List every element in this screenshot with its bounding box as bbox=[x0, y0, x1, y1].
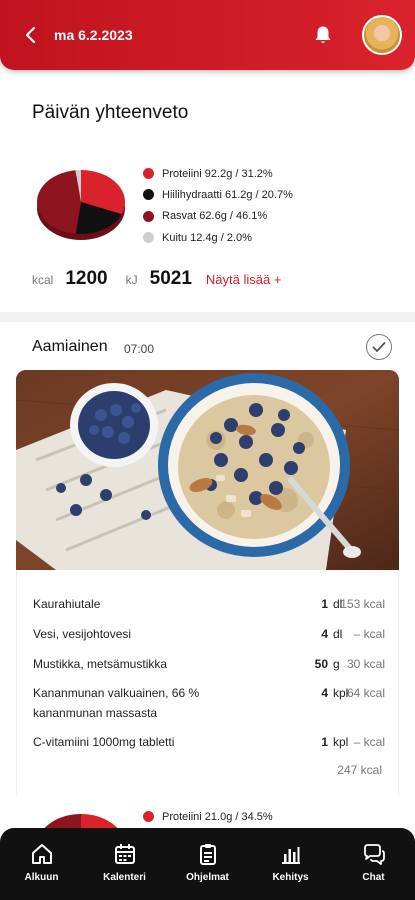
food-kcal: 153 kcal bbox=[340, 597, 385, 611]
food-kcal: 64 kcal bbox=[346, 686, 385, 700]
nav-label: Kehitys bbox=[272, 872, 309, 883]
food-quantity: 1 bbox=[321, 735, 328, 749]
show-more-link[interactable]: Näytä lisää + bbox=[206, 272, 282, 287]
legend-item: Rasvat 62.6g / 46.1% bbox=[143, 206, 293, 227]
clipboard-icon bbox=[199, 844, 216, 865]
nav-label: Kalenteri bbox=[103, 872, 146, 883]
nav-item-alkuun[interactable]: Alkuun bbox=[7, 842, 77, 883]
food-quantity: 1 bbox=[321, 597, 328, 611]
legend-label: Proteiini 21.0g / 34.5% bbox=[162, 810, 273, 823]
legend-item: Proteiini 21.0g / 34.5% bbox=[143, 806, 273, 827]
meal-total-kcal: 247 kcal bbox=[337, 763, 382, 777]
food-kcal: 30 kcal bbox=[346, 657, 385, 671]
home-icon bbox=[31, 844, 52, 864]
energy-summary: kcal 1200 kJ 5021 Näytä lisää + bbox=[32, 268, 281, 290]
meal-title: Aamiainen bbox=[32, 338, 108, 355]
bar-chart-icon bbox=[281, 847, 300, 864]
legend-label: Hiilihydraatti 61.2g / 20.7% bbox=[162, 188, 293, 201]
nav-item-chat[interactable]: Chat bbox=[339, 842, 409, 883]
meal-time: 07:00 bbox=[124, 342, 155, 356]
meal-photo bbox=[16, 370, 399, 570]
food-kcal: – kcal bbox=[353, 627, 385, 641]
legend-color-dot bbox=[143, 189, 154, 201]
macro-pie-chart bbox=[37, 170, 126, 240]
food-name: C-vitamiini 1000mg tabletti bbox=[33, 735, 175, 749]
bell-icon bbox=[315, 26, 331, 43]
food-quantity: 50 bbox=[314, 657, 328, 671]
legend-item: Kuitu 12.4g / 2.0% bbox=[143, 227, 293, 248]
section-divider bbox=[0, 312, 415, 322]
back-button[interactable] bbox=[18, 22, 44, 48]
kj-value: 5021 bbox=[149, 268, 192, 289]
food-name: Kaurahiutale bbox=[33, 597, 101, 611]
food-quantity: 4 bbox=[321, 627, 328, 641]
meal-done-button[interactable] bbox=[366, 334, 392, 360]
legend-color-dot bbox=[143, 168, 154, 180]
food-name: Kananmunan valkuainen, 66 % kananmunan m… bbox=[33, 686, 200, 720]
food-name: Vesi, vesijohtovesi bbox=[33, 627, 132, 641]
nav-item-kalenteri[interactable]: Kalenteri bbox=[90, 842, 160, 883]
summary-title: Päivän yhteenveto bbox=[32, 102, 189, 123]
food-unit: kpl bbox=[333, 735, 349, 749]
nav-label: Chat bbox=[362, 872, 385, 883]
nav-item-ohjelmat[interactable]: Ohjelmat bbox=[173, 842, 243, 883]
bottom-navigation: Alkuun Kalenteri Ohjelmat Kehitys Chat bbox=[0, 828, 415, 900]
legend-label: Rasvat 62.6g / 46.1% bbox=[162, 210, 268, 223]
calendar-icon bbox=[114, 844, 135, 864]
food-quantity: 4 bbox=[321, 686, 328, 700]
nav-item-kehitys[interactable]: Kehitys bbox=[256, 842, 326, 883]
legend-color-dot bbox=[143, 811, 154, 823]
avatar[interactable] bbox=[362, 15, 402, 55]
legend-item: Hiilihydraatti 61.2g / 20.7% bbox=[143, 184, 293, 205]
chat-icon bbox=[363, 844, 385, 865]
food-unit: g bbox=[333, 657, 340, 671]
macro-legend: Proteiini 92.2g / 31.2% Hiilihydraatti 61… bbox=[143, 163, 293, 248]
legend-item: Proteiini 92.2g / 31.2% bbox=[143, 163, 293, 184]
header-date[interactable]: ma 6.2.2023 bbox=[54, 27, 133, 43]
legend-color-dot bbox=[143, 232, 154, 244]
food-kcal: – kcal bbox=[353, 735, 385, 749]
kcal-value: 1200 bbox=[65, 268, 108, 289]
legend-label: Proteiini 92.2g / 31.2% bbox=[162, 167, 273, 180]
notifications-button[interactable] bbox=[310, 22, 336, 48]
food-name: Mustikka, metsämustikka bbox=[33, 657, 168, 671]
nav-label: Alkuun bbox=[24, 872, 59, 883]
next-meal-legend: Proteiini 21.0g / 34.5% bbox=[143, 806, 273, 827]
legend-label: Kuitu 12.4g / 2.0% bbox=[162, 231, 252, 244]
food-unit: dl bbox=[333, 627, 343, 641]
kcal-label: kcal bbox=[32, 273, 54, 287]
chevron-left-icon bbox=[25, 26, 36, 44]
app-header: ma 6.2.2023 bbox=[0, 0, 415, 70]
legend-color-dot bbox=[143, 210, 154, 222]
kj-label: kJ bbox=[125, 273, 138, 287]
meal-food-list: 247 kcal Kaurahiutale 1 dl 153 kcal Vesi, ve… bbox=[16, 570, 399, 795]
check-icon bbox=[372, 342, 386, 352]
nav-label: Ohjelmat bbox=[186, 872, 229, 883]
